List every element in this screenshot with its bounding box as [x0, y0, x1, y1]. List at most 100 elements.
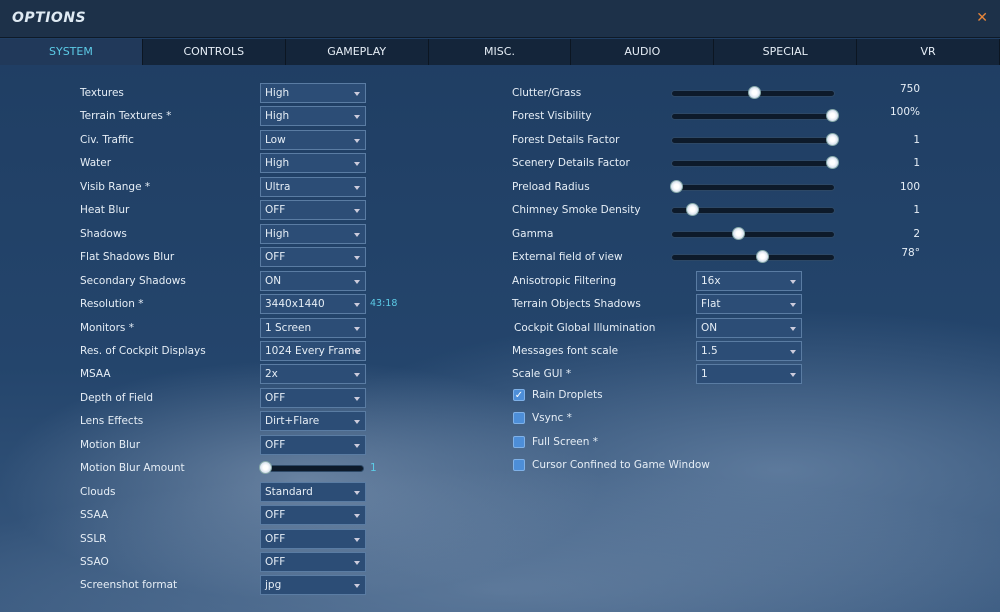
setting-label: SSAA — [80, 509, 109, 522]
dropdown-terrain-textures[interactable]: High — [260, 106, 366, 127]
dropdown-value: Dirt+Flare — [265, 415, 320, 428]
checkbox-full-screen[interactable] — [513, 435, 525, 448]
setting-label: Scenery Details Factor — [512, 157, 630, 170]
dropdown-depth-of-field[interactable]: OFF — [260, 387, 366, 408]
chevron-down-icon — [354, 420, 360, 425]
dropdown-ssao[interactable]: OFF — [260, 552, 366, 572]
setting-label: Messages font scale — [512, 344, 619, 357]
dropdown-ssaa[interactable]: OFF — [260, 505, 366, 526]
setting-label: Textures — [80, 87, 124, 99]
setting-label: Water — [80, 157, 112, 170]
slider-chimney-smoke-density[interactable] — [671, 203, 835, 217]
slider-clutter-grass[interactable] — [671, 86, 835, 99]
slider-value: 1 — [370, 462, 377, 475]
chevron-down-icon — [354, 561, 360, 565]
dropdown-cockpit-global-illumination[interactable]: ON — [696, 317, 802, 338]
dropdown-civ-traffic[interactable]: Low — [260, 129, 366, 150]
slider-thumb[interactable] — [826, 132, 839, 146]
dropdown-visib-range[interactable]: Ultra — [260, 176, 366, 197]
tab-gameplay[interactable]: GAMEPLAY — [286, 39, 429, 65]
dropdown-water[interactable]: High — [260, 153, 366, 174]
close-icon[interactable]: ✕ — [976, 10, 988, 26]
dropdown-value: High — [265, 87, 290, 99]
dropdown-value: 16x — [701, 274, 721, 287]
checkbox-label: Rain Droplets — [532, 389, 603, 401]
slider-value: 78° — [901, 247, 920, 260]
chevron-down-icon — [354, 490, 360, 495]
setting-label: Gamma — [512, 227, 554, 240]
slider-thumb[interactable] — [259, 461, 272, 475]
tab-bar: SYSTEM CONTROLS GAMEPLAY MISC. AUDIO SPECIAL V… — [0, 39, 1000, 65]
checkbox-vsync[interactable] — [513, 412, 525, 425]
chevron-down-icon — [354, 349, 360, 354]
dropdown-value: Ultra — [265, 180, 291, 193]
dropdown-res-of-cockpit-displays[interactable]: 1024 Every Frame — [260, 340, 366, 361]
slider-gamma[interactable] — [671, 226, 835, 240]
slider-forest-visibility[interactable] — [671, 109, 839, 123]
dropdown-terrain-objects-shadows[interactable]: Flat — [696, 294, 802, 315]
slider-forest-details-factor[interactable] — [671, 132, 839, 146]
dropdown-sslr[interactable]: OFF — [260, 528, 366, 549]
slider-thumb[interactable] — [670, 179, 683, 193]
tab-misc[interactable]: MISC. — [429, 39, 572, 65]
chevron-down-icon — [354, 115, 360, 120]
chevron-down-icon — [354, 584, 360, 589]
slider-thumb[interactable] — [755, 250, 769, 264]
dropdown-value: 1 Screen — [265, 321, 312, 334]
dropdown-flat-shadows-blur[interactable]: OFF — [260, 247, 366, 268]
dropdown-shadows[interactable]: High — [260, 223, 366, 244]
slider-thumb[interactable] — [685, 203, 699, 217]
slider-scenery-details-factor[interactable] — [671, 156, 839, 170]
dropdown-value: OFF — [265, 438, 286, 451]
dropdown-resolution[interactable]: 3440x1440 — [260, 294, 366, 315]
tab-controls[interactable]: CONTROLS — [143, 39, 286, 65]
setting-label: Scale GUI * — [512, 368, 572, 381]
setting-label: Lens Effects — [80, 415, 144, 428]
dropdown-msaa[interactable]: 2x — [260, 364, 366, 385]
chevron-down-icon — [354, 162, 360, 167]
dropdown-secondary-shadows[interactable]: ON — [260, 270, 366, 291]
dropdown-value: 1024 Every Frame — [265, 344, 361, 357]
dropdown-heat-blur[interactable]: OFF — [260, 200, 366, 221]
slider-value: 100% — [889, 106, 920, 119]
chevron-down-icon — [354, 138, 360, 143]
slider-external-field-of-view[interactable] — [671, 250, 835, 264]
dropdown-value: Flat — [701, 298, 721, 311]
slider-value: 100 — [899, 180, 920, 193]
chevron-down-icon — [354, 396, 360, 401]
slider-thumb[interactable] — [826, 109, 839, 123]
dropdown-value: OFF — [265, 391, 286, 404]
slider-thumb[interactable] — [748, 86, 761, 99]
setting-label: Motion Blur — [80, 438, 141, 451]
tab-audio[interactable]: AUDIO — [571, 39, 715, 65]
checkbox-cursor-confined-to-game-window[interactable] — [513, 458, 525, 471]
dropdown-value: Low — [265, 133, 286, 146]
dropdown-value: jpg — [265, 579, 282, 592]
dropdown-lens-effects[interactable]: Dirt+Flare — [260, 411, 366, 432]
dropdown-motion-blur[interactable]: OFF — [260, 434, 366, 455]
dropdown-messages-font-scale[interactable]: 1.5 — [696, 340, 802, 361]
setting-label: Secondary Shadows — [80, 274, 186, 287]
checkbox-rain-droplets[interactable]: ✓ — [513, 389, 525, 401]
tab-vr[interactable]: VR — [857, 39, 1000, 65]
dropdown-textures[interactable]: High — [260, 83, 366, 103]
slider-value: 1 — [913, 157, 920, 170]
dropdown-value: OFF — [265, 556, 286, 568]
slider-thumb[interactable] — [826, 156, 839, 170]
setting-label: External field of view — [512, 251, 623, 264]
dropdown-anisotropic-filtering[interactable]: 16x — [696, 270, 802, 291]
slider-thumb[interactable] — [732, 226, 746, 240]
setting-label: Preload Radius — [512, 180, 590, 193]
motion-blur-amount-slider[interactable] — [259, 461, 364, 475]
dropdown-monitors[interactable]: 1 Screen — [260, 317, 366, 338]
dropdown-screenshot-format[interactable]: jpg — [260, 575, 366, 596]
tab-special[interactable]: SPECIAL — [714, 39, 858, 65]
chevron-down-icon — [354, 537, 360, 542]
chevron-down-icon — [354, 279, 360, 284]
slider-preload-radius[interactable] — [670, 179, 835, 193]
chevron-down-icon — [354, 373, 360, 378]
dropdown-clouds[interactable]: Standard — [260, 481, 366, 502]
tab-system[interactable]: SYSTEM — [0, 39, 143, 65]
dropdown-scale-gui[interactable]: 1 — [696, 364, 802, 385]
dropdown-value: ON — [701, 321, 718, 334]
